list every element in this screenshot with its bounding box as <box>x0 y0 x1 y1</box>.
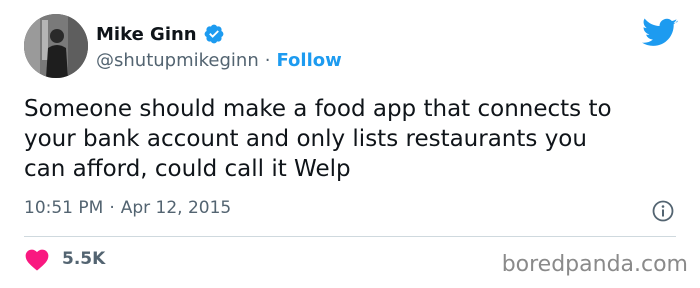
verified-badge-icon <box>203 23 225 45</box>
tweet-date[interactable]: Apr 12, 2015 <box>121 198 232 218</box>
avatar[interactable] <box>24 14 88 78</box>
tweet-card: Mike Ginn @shutupmikeginn · Follow Someo… <box>0 0 700 288</box>
author-handle-row: @shutupmikeginn · Follow <box>96 50 342 71</box>
heart-icon <box>24 247 50 271</box>
divider <box>24 236 676 237</box>
like-button[interactable]: 5.5K <box>24 247 105 271</box>
tweet-text: Someone should make a food app that conn… <box>24 96 612 182</box>
twitter-bird-icon[interactable] <box>642 17 678 47</box>
avatar-photo <box>24 14 88 78</box>
handle-separator: · <box>264 50 271 71</box>
author-name-row: Mike Ginn <box>96 21 225 47</box>
author-handle[interactable]: @shutupmikeginn <box>96 50 259 71</box>
author-name[interactable]: Mike Ginn <box>96 24 197 45</box>
like-count: 5.5K <box>62 249 106 269</box>
meta-separator: · <box>109 198 115 218</box>
info-icon[interactable] <box>651 199 675 223</box>
watermark: boredpanda.com <box>501 252 688 277</box>
tweet-time[interactable]: 10:51 PM <box>24 198 103 218</box>
tweet-meta: 10:51 PM · Apr 12, 2015 <box>24 198 231 218</box>
follow-button[interactable]: Follow <box>276 50 341 71</box>
